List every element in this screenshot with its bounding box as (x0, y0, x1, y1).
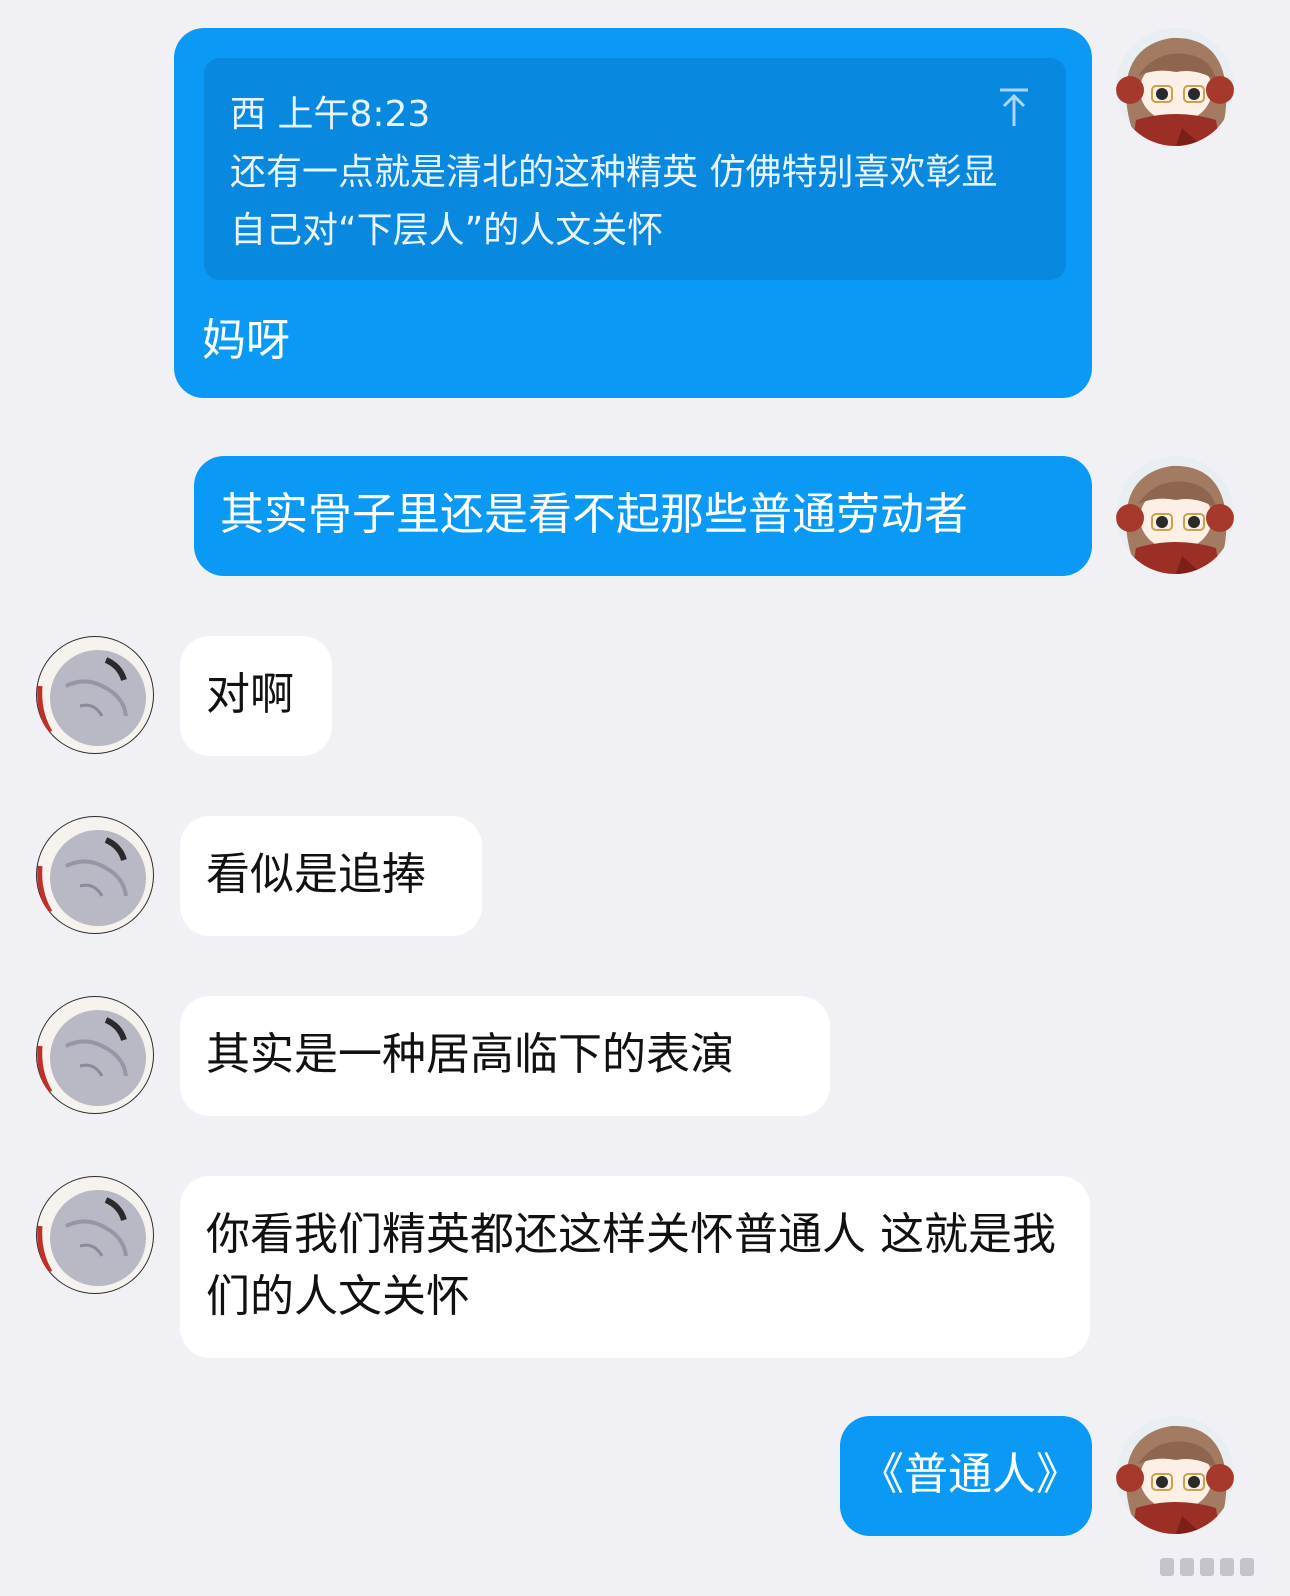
message-bubble[interactable]: 《普通人》 (840, 1416, 1092, 1536)
scroll-to-top-icon[interactable] (996, 86, 1032, 130)
gray-plush-avatar-icon[interactable] (36, 816, 154, 934)
message-text: 《普通人》 (860, 1449, 1080, 1500)
quote-sender: 西 (230, 94, 267, 135)
message-bubble[interactable]: 其实骨子里还是看不起那些普通劳动者 (194, 456, 1092, 576)
message-text: 对啊 (206, 669, 294, 720)
quote-time: 上午8:23 (277, 94, 431, 135)
message-bubble[interactable]: 西 上午8:23 还有一点就是清北的这种精英 仿佛特别喜欢彰显自己对“下层人”的… (174, 28, 1092, 398)
girl-red-scarf-avatar-icon[interactable] (1116, 28, 1234, 146)
gray-plush-avatar-icon[interactable] (36, 996, 154, 1114)
message-bubble[interactable]: 你看我们精英都还这样关怀普通人 这就是我们的人文关怀 (180, 1176, 1090, 1358)
gray-plush-avatar-icon[interactable] (36, 636, 154, 754)
quote-header: 西 上午8:23 (230, 86, 1006, 144)
gray-plush-avatar-icon[interactable] (36, 1176, 154, 1294)
girl-red-scarf-avatar-icon[interactable] (1116, 1416, 1234, 1534)
message-bubble[interactable]: 其实是一种居高临下的表演 (180, 996, 830, 1116)
message-text: 其实骨子里还是看不起那些普通劳动者 (220, 489, 968, 540)
message-text: 看似是追捧 (206, 849, 426, 900)
girl-red-scarf-avatar-icon[interactable] (1116, 456, 1234, 574)
message-text: 其实是一种居高临下的表演 (206, 1029, 734, 1080)
quote-text: 还有一点就是清北的这种精英 仿佛特别喜欢彰显自己对“下层人”的人文关怀 (230, 152, 998, 251)
message-bubble[interactable]: 看似是追捧 (180, 816, 482, 936)
quoted-message[interactable]: 西 上午8:23 还有一点就是清北的这种精英 仿佛特别喜欢彰显自己对“下层人”的… (204, 58, 1066, 280)
watermark-logo (1160, 1558, 1254, 1576)
message-text: 你看我们精英都还这样关怀普通人 这就是我们的人文关怀 (206, 1209, 1056, 1322)
message-bubble[interactable]: 对啊 (180, 636, 332, 756)
message-text: 妈呀 (202, 315, 290, 366)
